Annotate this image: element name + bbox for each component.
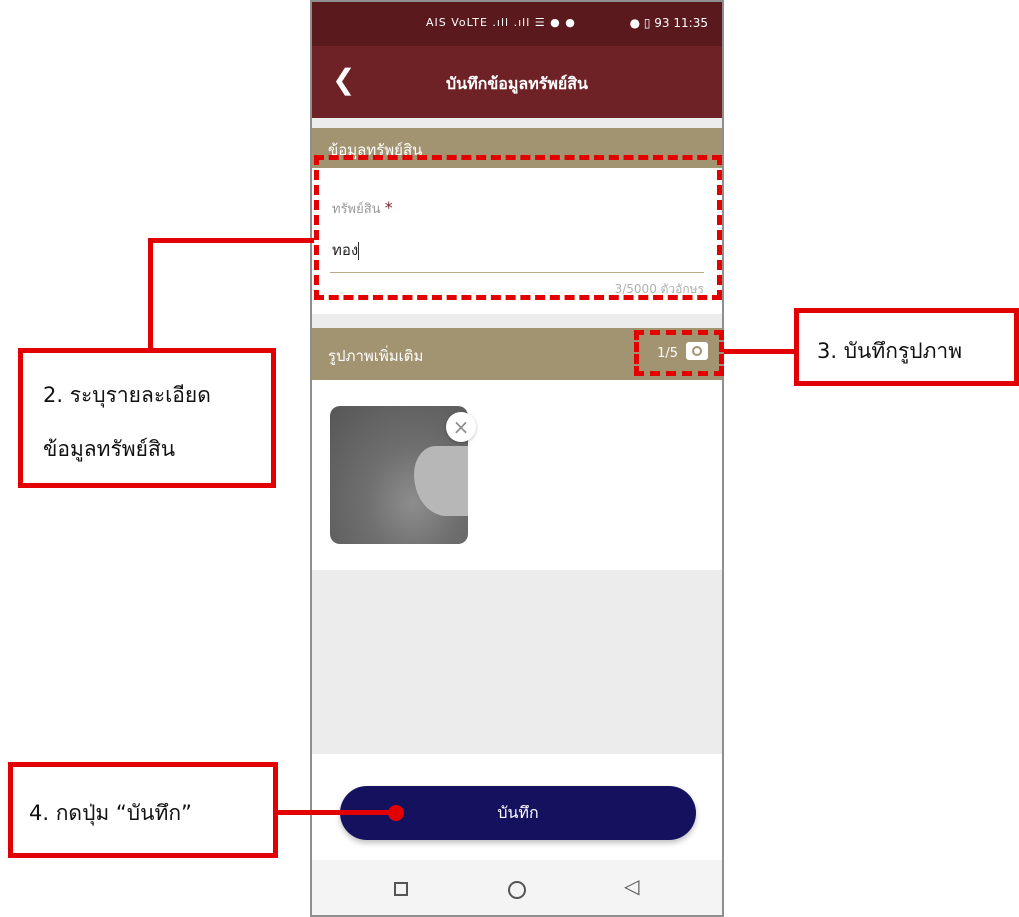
- app-bar: ❮ บันทึกข้อมูลทรัพย์สิน: [312, 46, 722, 118]
- page-title: บันทึกข้อมูลทรัพย์สิน: [446, 74, 588, 93]
- home-icon[interactable]: [508, 881, 526, 899]
- phone-screen: AIS VoLTE .ıll .ıll ☰ ● ● ● ▯ 93 11:35 ❮…: [310, 0, 724, 917]
- connector-dot-4: [388, 805, 404, 821]
- status-bar: AIS VoLTE .ıll .ıll ☰ ● ● ● ▯ 93 11:35: [312, 2, 722, 46]
- photo-section-title: รูปภาพเพิ่มเติม: [328, 347, 424, 365]
- field-highlight-box: [314, 155, 722, 300]
- photo-image-detail: [414, 446, 468, 516]
- connector-line-4: [276, 810, 396, 815]
- battery-icon: ● ▯ 93: [629, 16, 670, 30]
- status-time: 11:35: [673, 16, 708, 30]
- callout-step-4: 4. กดปุ่ม “บันทึก”: [8, 762, 278, 858]
- status-icons-right: ● ▯ 93 11:35: [630, 16, 708, 30]
- camera-highlight-box: [634, 330, 724, 376]
- callout-step-3: 3. บันทึกรูปภาพ: [794, 308, 1019, 386]
- connector-line-3: [724, 349, 796, 354]
- back-triangle-icon[interactable]: ◁: [624, 874, 639, 898]
- bottom-panel: บันทึก: [312, 754, 722, 860]
- recent-apps-icon[interactable]: [394, 882, 408, 896]
- android-nav-bar: ◁: [312, 860, 722, 915]
- connector-line-2-vertical: [148, 238, 153, 350]
- status-icons-left: AIS VoLTE .ıll .ıll ☰ ● ●: [426, 16, 576, 29]
- callout-step-2: 2. ระบุรายละเอียด ข้อมูลทรัพย์สิน: [18, 348, 276, 488]
- photo-gallery: ×: [312, 380, 722, 570]
- callout-step-3-text: 3. บันทึกรูปภาพ: [817, 339, 963, 363]
- callout-step-2-line1: 2. ระบุรายละเอียด: [43, 383, 211, 407]
- connector-line-2-horizontal: [148, 238, 314, 243]
- callout-step-2-line2: ข้อมูลทรัพย์สิน: [43, 437, 176, 461]
- close-icon[interactable]: ×: [446, 412, 476, 442]
- callout-step-4-text: 4. กดปุ่ม “บันทึก”: [29, 801, 192, 825]
